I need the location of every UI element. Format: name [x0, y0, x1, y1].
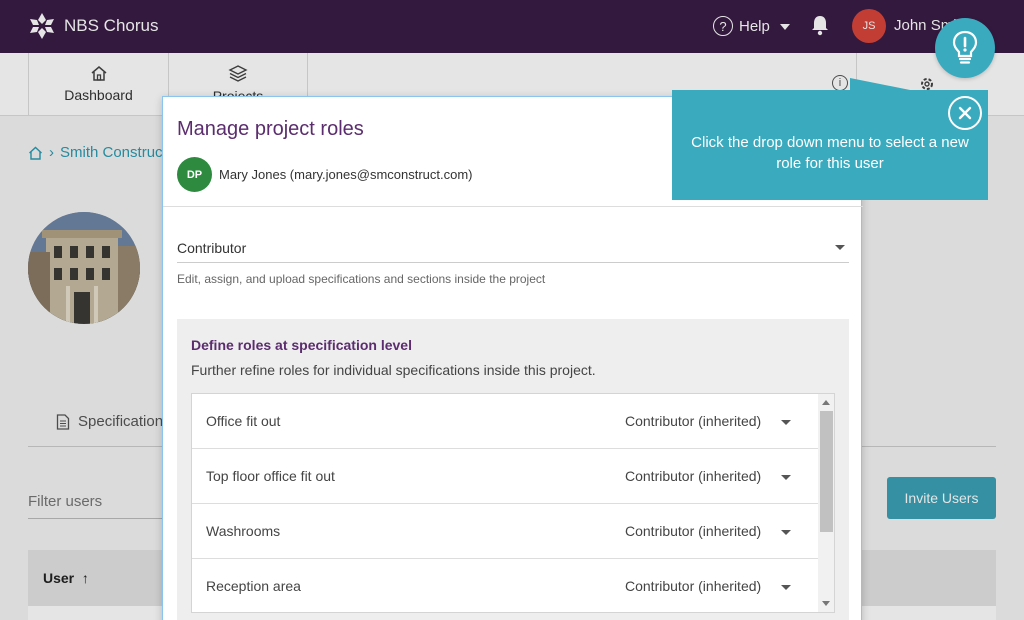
- scroll-up-icon[interactable]: [822, 400, 830, 405]
- spec-level-roles-panel: Define roles at specification level Furt…: [177, 319, 849, 620]
- tooltip-text: Click the drop down menu to select a new…: [691, 134, 969, 172]
- modal-divider: [163, 206, 863, 207]
- chevron-down-icon[interactable]: [781, 475, 791, 480]
- tooltip-pointer: [850, 78, 920, 92]
- spec-name: Office fit out: [206, 413, 281, 429]
- role-description: Edit, assign, and upload specifications …: [177, 272, 546, 286]
- user-avatar-dp: DP: [177, 157, 212, 192]
- project-role-dropdown[interactable]: Contributor: [177, 237, 849, 263]
- list-item: Top floor office fit out Contributor (in…: [192, 449, 818, 504]
- lightbulb-icon: [952, 30, 978, 64]
- chevron-down-icon[interactable]: [781, 585, 791, 590]
- spec-name: Washrooms: [206, 523, 281, 539]
- list-item: Washrooms Contributor (inherited): [192, 504, 818, 559]
- tooltip-close-button[interactable]: [948, 96, 982, 130]
- chevron-down-icon[interactable]: [781, 420, 791, 425]
- list-item: Office fit out Contributor (inherited): [192, 394, 818, 449]
- spec-list: Office fit out Contributor (inherited) T…: [191, 393, 835, 613]
- modal-user-text: Mary Jones (mary.jones@smconstruct.com): [219, 167, 473, 182]
- spec-name: Top floor office fit out: [206, 468, 335, 484]
- spec-role-dropdown[interactable]: Contributor (inherited): [625, 578, 761, 594]
- spec-level-title: Define roles at specification level: [191, 337, 412, 353]
- scrollbar-thumb[interactable]: [820, 411, 833, 532]
- spec-name: Reception area: [206, 578, 301, 594]
- list-item: Reception area Contributor (inherited): [192, 559, 818, 612]
- spec-role-dropdown[interactable]: Contributor (inherited): [625, 468, 761, 484]
- spec-role-dropdown[interactable]: Contributor (inherited): [625, 523, 761, 539]
- spec-level-subtitle: Further refine roles for individual spec…: [191, 362, 596, 378]
- spec-list-scrollbar[interactable]: [818, 394, 834, 612]
- modal-title: Manage project roles: [177, 118, 364, 140]
- scroll-down-icon[interactable]: [822, 601, 830, 606]
- guide-lightbulb-button[interactable]: [935, 18, 995, 78]
- chevron-down-icon[interactable]: [781, 530, 791, 535]
- chevron-down-icon: [835, 245, 845, 250]
- project-role-value: Contributor: [177, 240, 247, 256]
- onboarding-tooltip: Click the drop down menu to select a new…: [672, 78, 988, 200]
- spec-role-dropdown[interactable]: Contributor (inherited): [625, 413, 761, 429]
- close-icon: [958, 106, 972, 120]
